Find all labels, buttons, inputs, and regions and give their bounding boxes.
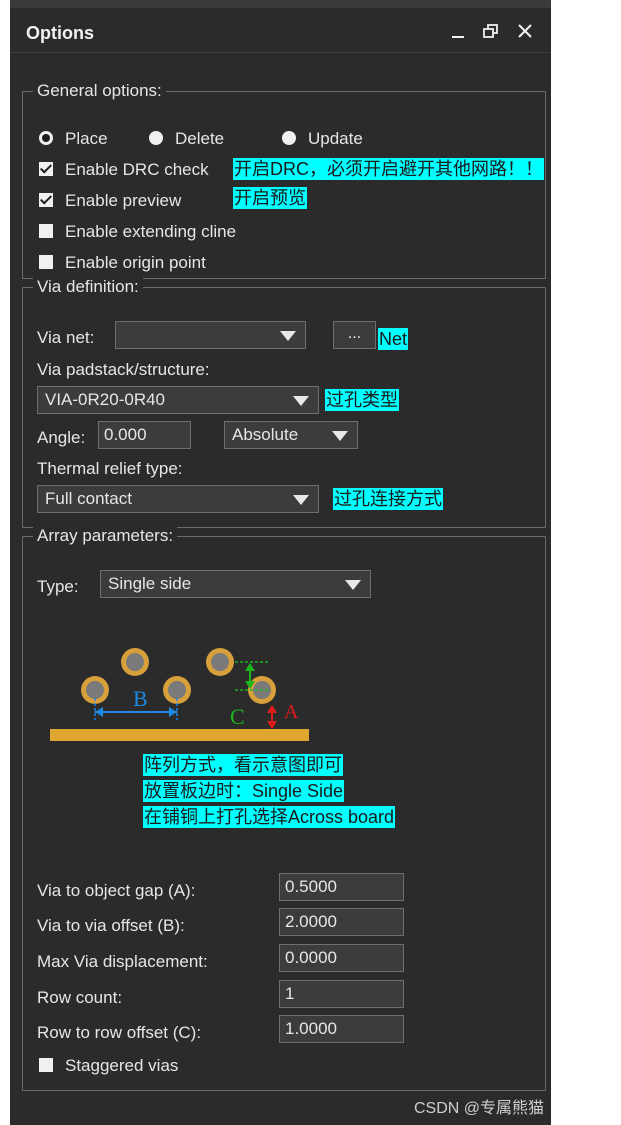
array-diagram: B C A [50,648,309,741]
chevron-down-icon [293,495,309,505]
via-definition-group: Via definition: Via net: ... Via padstac… [22,277,546,528]
enable-preview-checkbox[interactable] [39,193,53,207]
row-offset-c-label: Row to row offset (C): [37,1023,202,1042]
general-options-legend: General options: [33,81,166,101]
angle-label: Angle: [37,428,86,447]
enable-drc-checkbox[interactable] [39,162,53,176]
panel-title: Options [26,23,94,43]
update-radio[interactable] [282,131,296,145]
offset-b-label: Via to via offset (B): [37,916,185,935]
update-label: Update [308,129,363,148]
dimension-a: A [267,701,299,729]
array-parameters-legend: Array parameters: [33,526,178,546]
via-net-combo[interactable] [115,321,306,349]
via-icon [206,648,234,676]
enable-origin-point-label: Enable origin point [65,253,206,272]
panel-top-strip [10,0,551,8]
annotation-drc: 开启DRC，必须开启避开其他网路！！ [233,158,544,180]
delete-label: Delete [175,129,225,148]
angle-mode-combo[interactable]: Absolute [224,421,358,449]
annotation-array-2: 放置板边时：Single Side [143,780,345,802]
annotation-thermal: 过孔连接方式 [333,488,443,510]
gap-a-input[interactable]: 0.5000 [279,873,404,901]
annotation-via-type: 过孔类型 [325,389,399,411]
browse-net-button[interactable]: ... [333,321,376,349]
annotation-preview: 开启预览 [233,187,307,209]
array-type-value: Single side [108,574,192,593]
chevron-down-icon [345,580,361,590]
general-options-group: General options: Place Delete Update Ena… [22,81,546,279]
offset-b-input[interactable]: 2.0000 [279,908,404,936]
chevron-down-icon [280,331,296,341]
via-padstack-value: VIA-0R20-0R40 [45,390,166,409]
max-displacement-input[interactable]: 0.0000 [279,944,404,972]
annotation-array-3: 在铺铜上打孔选择Across board [143,806,396,828]
row-offset-c-input[interactable]: 1.0000 [279,1015,404,1043]
enable-preview-label: Enable preview [65,191,182,210]
enable-drc-label: Enable DRC check [65,160,209,179]
via-net-label: Via net: [37,328,95,347]
title-bar: Options [10,14,551,53]
enable-extending-cline-label: Enable extending cline [65,222,237,241]
staggered-vias-label: Staggered vias [65,1056,179,1075]
gap-a-label: Via to object gap (A): [37,881,196,900]
row-count-input[interactable]: 1 [279,980,404,1008]
enable-extending-cline-checkbox[interactable] [39,224,53,238]
dimension-a-label: A [284,701,299,723]
angle-mode-value: Absolute [232,425,299,444]
enable-origin-point-checkbox[interactable] [39,255,53,269]
row-count-label: Row count: [37,988,123,1007]
dimension-b-label: B [133,686,148,711]
array-type-label: Type: [37,577,79,596]
close-icon[interactable] [514,20,536,42]
watermark: CSDN @专属熊猫 [414,1100,545,1117]
chevron-down-icon [293,396,309,406]
thermal-relief-label: Thermal relief type: [37,459,183,478]
minimize-icon[interactable] [448,20,470,42]
annotation-net: Net [378,328,409,350]
dimension-c-label: C [230,704,245,729]
chevron-down-icon [332,431,348,441]
thermal-relief-value: Full contact [45,489,132,508]
via-definition-legend: Via definition: [33,277,143,297]
thermal-relief-combo[interactable]: Full contact [37,485,319,513]
array-type-combo[interactable]: Single side [100,570,371,598]
via-padstack-combo[interactable]: VIA-0R20-0R40 [37,386,319,414]
place-label: Place [65,129,108,148]
delete-radio[interactable] [149,131,163,145]
angle-input[interactable]: 0.000 [98,421,191,449]
max-displacement-label: Max Via displacement: [37,952,208,971]
via-padstack-label: Via padstack/structure: [37,360,210,379]
via-icon [121,648,149,676]
staggered-vias-checkbox[interactable] [39,1058,53,1072]
annotation-array-1: 阵列方式，看示意图即可 [143,754,343,776]
place-radio[interactable] [39,131,53,145]
restore-icon[interactable] [480,20,502,42]
board-edge [50,729,309,741]
